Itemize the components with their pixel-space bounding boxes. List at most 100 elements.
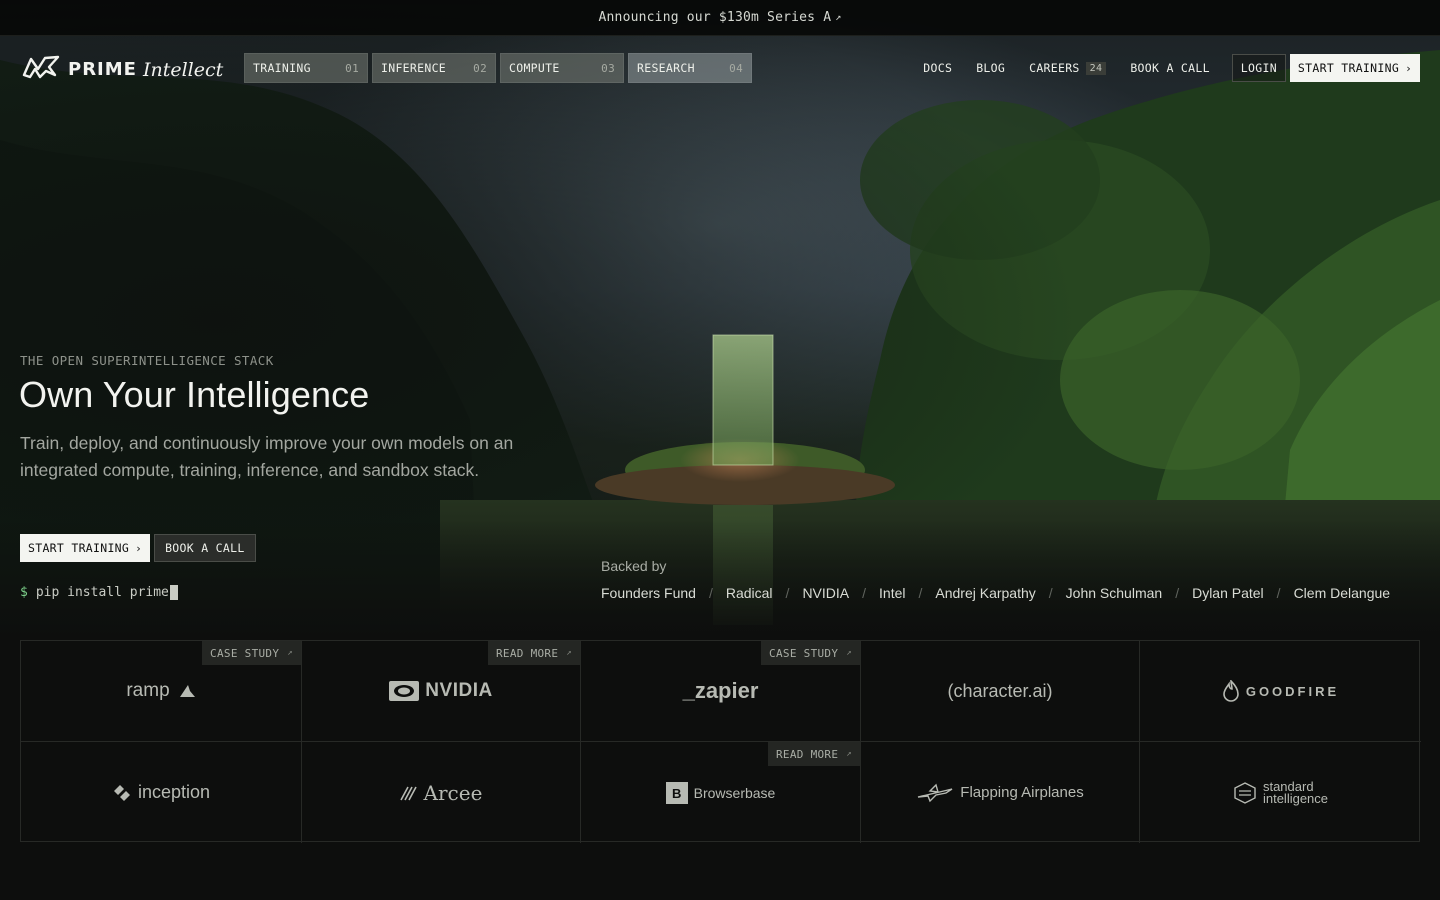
start-training-nav-button[interactable]: START TRAINING › bbox=[1289, 54, 1420, 82]
customer-cell-flapping-airplanes[interactable]: Flapping Airplanes bbox=[861, 742, 1140, 843]
logo-mark-icon bbox=[22, 55, 60, 84]
tab-research[interactable]: RESEARCH 04 bbox=[628, 53, 752, 83]
arrow-up-right-icon: ↗ bbox=[846, 648, 852, 658]
browserbase-logo: B Browserbase bbox=[665, 781, 776, 804]
tab-number: 04 bbox=[729, 61, 743, 75]
read-more-tag[interactable]: READ MORE ↗ bbox=[487, 641, 580, 665]
customer-cell-browserbase[interactable]: READ MORE ↗ B Browserbase bbox=[581, 742, 861, 843]
customer-name: ramp bbox=[126, 680, 170, 701]
goodfire-flame-icon bbox=[1223, 680, 1239, 702]
investor-separator: / bbox=[918, 585, 923, 601]
standard-intelligence-mark-icon bbox=[1234, 781, 1256, 804]
inception-mark-icon bbox=[113, 784, 130, 801]
nav-link-docs[interactable]: DOCS bbox=[923, 61, 952, 75]
tab-label: INFERENCE bbox=[381, 61, 447, 75]
nvidia-logo: NVIDIA bbox=[389, 680, 492, 702]
tag-label: READ MORE bbox=[495, 646, 559, 660]
case-study-tag[interactable]: CASE STUDY ↗ bbox=[202, 641, 301, 665]
investor-separator: / bbox=[1175, 585, 1180, 601]
start-training-label: START TRAINING bbox=[1297, 61, 1400, 75]
brand-name-italic: Intellect bbox=[142, 58, 224, 81]
tab-compute[interactable]: COMPUTE 03 bbox=[500, 53, 624, 83]
tab-number: 02 bbox=[473, 61, 487, 75]
browserbase-mark-icon: B bbox=[665, 781, 688, 804]
investor-name: Clem Delangue bbox=[1293, 585, 1391, 601]
external-arrow-icon: ↗ bbox=[835, 12, 842, 23]
customer-cell-goodfire[interactable]: GOODFIRE bbox=[1140, 641, 1421, 742]
brand-logo[interactable]: PRIME Intellect bbox=[22, 55, 223, 84]
careers-label: CAREERS bbox=[1029, 61, 1080, 75]
investor-separator: / bbox=[1048, 585, 1053, 601]
hero-title: Own Your Intelligence bbox=[19, 374, 370, 415]
customer-cell-arcee[interactable]: Arcee bbox=[302, 742, 581, 843]
customer-name: Browserbase bbox=[693, 784, 776, 801]
svg-text:B: B bbox=[672, 786, 681, 801]
read-more-tag[interactable]: READ MORE ↗ bbox=[767, 742, 860, 766]
customer-cell-standard-intelligence[interactable]: standard intelligence bbox=[1140, 742, 1421, 843]
investor-name: Radical bbox=[725, 585, 773, 601]
nav-link-book-call[interactable]: BOOK A CALL bbox=[1130, 61, 1209, 75]
chevron-right-icon: › bbox=[1405, 61, 1412, 75]
announcement-bar[interactable]: Announcing our $130m Series A ↗ bbox=[0, 0, 1440, 36]
investor-name: Intel bbox=[879, 585, 906, 601]
nav-right: DOCS BLOG CAREERS 24 BOOK A CALL LOGIN S… bbox=[899, 54, 1420, 82]
customer-cell-zapier[interactable]: CASE STUDY ↗ _zapier bbox=[581, 641, 861, 742]
standard-intelligence-wordmark: standard intelligence bbox=[1263, 780, 1328, 805]
investor-name: Founders Fund bbox=[601, 585, 696, 601]
nav-link-blog[interactable]: BLOG bbox=[976, 61, 1005, 75]
tab-number: 03 bbox=[601, 61, 615, 75]
arcee-logo: Arcee bbox=[399, 781, 482, 805]
tab-label: RESEARCH bbox=[637, 61, 695, 75]
arrow-up-right-icon: ↗ bbox=[566, 648, 572, 658]
customer-cell-inception[interactable]: inception bbox=[21, 742, 302, 843]
hero-eyebrow: THE OPEN SUPERINTELLIGENCE STACK bbox=[20, 353, 274, 368]
product-tabs: TRAINING 01 INFERENCE 02 COMPUTE 03 RESE… bbox=[244, 53, 752, 83]
inception-logo: inception bbox=[112, 782, 210, 803]
start-training-label: START TRAINING bbox=[28, 541, 130, 555]
login-button[interactable]: LOGIN bbox=[1231, 54, 1286, 82]
flapping-airplanes-logo: Flapping Airplanes bbox=[916, 783, 1084, 803]
investor-name: John Schulman bbox=[1065, 585, 1163, 601]
investor-separator: / bbox=[785, 585, 790, 601]
backed-by-label: Backed by bbox=[601, 558, 667, 574]
arrow-up-right-icon: ↗ bbox=[846, 749, 852, 759]
announcement-text[interactable]: Announcing our $130m Series A bbox=[598, 10, 831, 25]
customer-name: GOODFIRE bbox=[1245, 683, 1340, 699]
tab-number: 01 bbox=[345, 61, 359, 75]
tab-label: COMPUTE bbox=[509, 61, 560, 75]
customer-name: NVIDIA bbox=[425, 680, 493, 701]
investor-name: NVIDIA bbox=[802, 585, 850, 601]
customer-cell-nvidia[interactable]: READ MORE ↗ NVIDIA bbox=[302, 641, 581, 742]
nav-link-careers[interactable]: CAREERS 24 bbox=[1029, 61, 1107, 75]
investor-list: Founders Fund / Radical / NVIDIA / Intel… bbox=[601, 585, 1390, 601]
careers-count-badge: 24 bbox=[1085, 61, 1107, 75]
tab-inference[interactable]: INFERENCE 02 bbox=[372, 53, 496, 83]
standard-intelligence-logo: standard intelligence bbox=[1233, 780, 1328, 805]
customer-cell-character-ai[interactable]: (character.ai) bbox=[861, 641, 1140, 742]
customer-name: inception bbox=[137, 782, 211, 802]
arcee-mark-icon bbox=[399, 786, 417, 800]
terminal-cursor bbox=[169, 585, 178, 600]
hero-cta-row: START TRAINING › BOOK A CALL bbox=[20, 534, 256, 562]
character-ai-logo: (character.ai) bbox=[947, 680, 1053, 701]
tag-label: CASE STUDY bbox=[210, 646, 280, 660]
customer-logo-grid: CASE STUDY ↗ ramp READ MORE ↗ NVIDIA CAS… bbox=[20, 640, 1421, 843]
airplane-icon bbox=[918, 783, 953, 802]
start-training-button[interactable]: START TRAINING › bbox=[20, 534, 151, 562]
install-command[interactable]: $ pip install prime bbox=[20, 585, 178, 600]
investor-separator: / bbox=[1276, 585, 1281, 601]
tab-training[interactable]: TRAINING 01 bbox=[244, 53, 368, 83]
investor-separator: / bbox=[708, 585, 713, 601]
terminal-command: pip install prime bbox=[35, 585, 169, 600]
brand-name-bold: PRIME bbox=[68, 59, 137, 80]
book-call-button[interactable]: BOOK A CALL bbox=[154, 534, 256, 562]
goodfire-logo: GOODFIRE bbox=[1222, 680, 1339, 702]
case-study-tag[interactable]: CASE STUDY ↗ bbox=[761, 641, 860, 665]
ramp-mark-icon bbox=[179, 685, 195, 697]
tag-label: CASE STUDY bbox=[769, 646, 839, 660]
customer-cell-ramp[interactable]: CASE STUDY ↗ ramp bbox=[21, 641, 302, 742]
investor-name: Andrej Karpathy bbox=[935, 585, 1036, 601]
chevron-right-icon: › bbox=[135, 541, 143, 555]
arrow-up-right-icon: ↗ bbox=[287, 648, 293, 658]
hero-subtitle: Train, deploy, and continuously improve … bbox=[20, 433, 514, 480]
